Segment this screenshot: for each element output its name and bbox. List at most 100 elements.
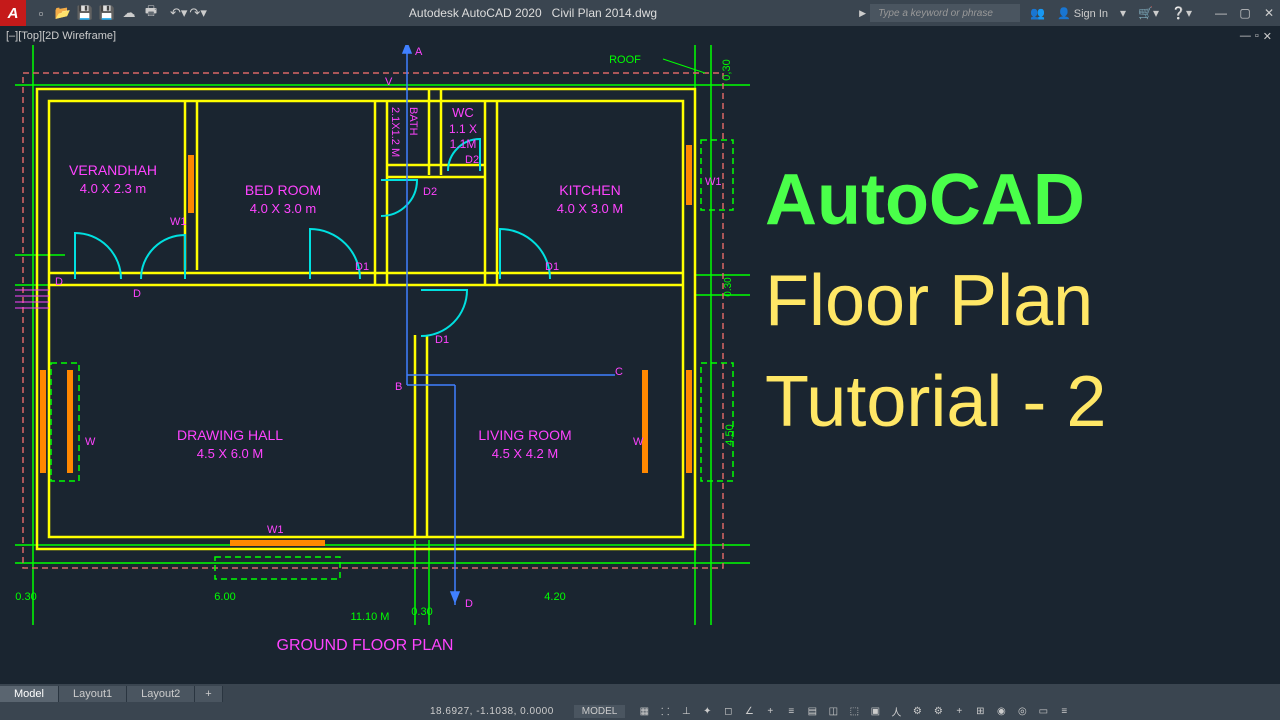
svg-text:W: W (633, 436, 644, 448)
save-icon[interactable]: 💾 (76, 4, 94, 22)
grid-icon[interactable]: ▦ (635, 703, 653, 719)
bottom-bar: Model Layout1 Layout2 + 18.6927, -1.1038… (0, 684, 1280, 720)
layout-tabs: Model Layout1 Layout2 + (0, 686, 223, 702)
svg-text:W1: W1 (705, 176, 722, 188)
web-icon[interactable]: ☁ (120, 4, 138, 22)
exchange-icon[interactable]: ▾ (1120, 6, 1126, 20)
annovisibility-icon[interactable]: ⚙ (908, 703, 926, 719)
svg-text:D: D (55, 276, 63, 288)
title-bar: A ▫ 📂 💾 💾 ☁ 🖶 ↶▾ ↷▾ Autodesk AutoCAD 202… (0, 0, 1280, 26)
autocad-logo-icon[interactable]: A (0, 0, 26, 26)
svg-text:4.5 X 6.0 M: 4.5 X 6.0 M (197, 446, 263, 461)
signin-link[interactable]: 👤 Sign In (1057, 7, 1108, 20)
doc-minimize-icon[interactable]: — (1240, 30, 1251, 43)
svg-text:0.30: 0.30 (411, 606, 432, 618)
search-input[interactable]: Type a keyword or phrase (870, 4, 1020, 22)
minimize-icon[interactable]: — (1210, 6, 1232, 20)
svg-text:D1: D1 (435, 334, 449, 346)
doc-maximize-icon[interactable]: ▫ (1255, 30, 1259, 43)
svg-text:WC: WC (452, 105, 474, 120)
svg-text:BATH: BATH (407, 107, 419, 136)
tab-add[interactable]: + (195, 686, 222, 702)
cycling-icon[interactable]: ◫ (824, 703, 842, 719)
svg-text:D: D (465, 598, 473, 610)
roof-label: ROOF (609, 54, 641, 66)
svg-text:B: B (395, 381, 402, 393)
units-icon[interactable]: ⊞ (971, 703, 989, 719)
polar-icon[interactable]: ✦ (698, 703, 716, 719)
floor-plan-drawing: ROOF (15, 45, 750, 655)
inner-walls (49, 89, 683, 537)
svg-text:D2: D2 (423, 186, 437, 198)
snap-icon[interactable]: ⸬ (656, 703, 674, 719)
svg-text:C: C (615, 366, 623, 378)
plot-icon[interactable]: 🖶 (142, 4, 160, 22)
svg-text:11.10 M: 11.10 M (351, 611, 390, 623)
annomonitor-icon[interactable]: + (950, 703, 968, 719)
search-arrow-icon: ▶ (859, 8, 870, 19)
svg-text:D2: D2 (465, 154, 479, 166)
svg-text:6.00: 6.00 (214, 591, 235, 603)
3dosnap-icon[interactable]: ⬚ (845, 703, 863, 719)
maximize-icon[interactable]: ▢ (1234, 6, 1256, 20)
stairs (15, 290, 49, 308)
saveas-icon[interactable]: 💾 (98, 4, 116, 22)
ortho-icon[interactable]: ⊥ (677, 703, 695, 719)
viewport-label[interactable]: [–][Top][2D Wireframe] (6, 30, 116, 42)
close-icon[interactable]: ✕ (1258, 6, 1280, 20)
overlay-title: AutoCAD Floor Plan Tutorial - 2 (765, 150, 1245, 452)
document-window-controls: — ▫ ✕ (1240, 30, 1272, 43)
hwa-icon[interactable]: ◉ (992, 703, 1010, 719)
otrack-icon[interactable]: ∠ (740, 703, 758, 719)
overlay-line2: Floor Plan (765, 251, 1245, 352)
svg-text:4.20: 4.20 (544, 591, 565, 603)
svg-text:D1: D1 (355, 261, 369, 273)
svg-text:W1: W1 (170, 216, 187, 228)
tab-layout1[interactable]: Layout1 (59, 686, 127, 702)
open-icon[interactable]: 📂 (54, 4, 72, 22)
dyn-icon[interactable]: + (761, 703, 779, 719)
cleanscreen-icon[interactable]: ▭ (1034, 703, 1052, 719)
svg-text:2.1X1.2 M: 2.1X1.2 M (389, 107, 401, 157)
svg-text:W1: W1 (267, 524, 284, 536)
annoscale-icon[interactable]: 人 (887, 703, 905, 719)
svg-text:LIVING ROOM: LIVING ROOM (478, 427, 571, 443)
model-space-button[interactable]: MODEL (574, 705, 626, 718)
svg-text:VERANDHAH: VERANDHAH (69, 162, 157, 178)
svg-text:0.30: 0.30 (15, 591, 36, 603)
app-store-icon[interactable]: 🛒▾ (1138, 6, 1159, 20)
overlay-line3: Tutorial - 2 (765, 352, 1245, 453)
coordinates-readout: 18.6927, -1.1038, 0.0000 (430, 706, 554, 717)
svg-text:0,30: 0,30 (721, 59, 733, 80)
stay-connected-icon[interactable]: 👥 (1030, 6, 1045, 20)
new-icon[interactable]: ▫ (32, 4, 50, 22)
transparency-icon[interactable]: ▤ (803, 703, 821, 719)
tab-model[interactable]: Model (0, 686, 59, 702)
plan-title: GROUND FLOOR PLAN (277, 637, 454, 654)
window-projections (51, 140, 733, 579)
drawing-canvas[interactable]: ROOF (0, 45, 1280, 684)
section-lines (403, 45, 615, 605)
isolate-icon[interactable]: ◎ (1013, 703, 1031, 719)
doc-close-icon[interactable]: ✕ (1263, 30, 1272, 43)
svg-text:4.0 X 3.0 M: 4.0 X 3.0 M (557, 201, 623, 216)
room-labels: VERANDHAH 4.0 X 2.3 m BED ROOM 4.0 X 3.0… (69, 105, 623, 461)
redo-icon[interactable]: ↷▾ (189, 5, 206, 21)
workspace-icon[interactable]: ⚙ (929, 703, 947, 719)
svg-text:A: A (415, 46, 423, 58)
svg-text:W: W (85, 436, 96, 448)
quickprops-icon[interactable]: ▣ (866, 703, 884, 719)
svg-text:1.1 X: 1.1 X (449, 122, 477, 136)
svg-text:V: V (385, 76, 393, 88)
help-icon[interactable]: ❔▾ (1171, 6, 1192, 20)
lwt-icon[interactable]: ≡ (782, 703, 800, 719)
svg-text:0.30: 0.30 (723, 277, 734, 297)
status-toggles: ▦ ⸬ ⊥ ✦ ◻ ∠ + ≡ ▤ ◫ ⬚ ▣ 人 ⚙ ⚙ + ⊞ ◉ ◎ ▭ … (635, 703, 1073, 719)
tab-layout2[interactable]: Layout2 (127, 686, 195, 702)
undo-icon[interactable]: ↶▾ (170, 5, 187, 21)
customize-icon[interactable]: ≡ (1055, 703, 1073, 719)
osnap-icon[interactable]: ◻ (719, 703, 737, 719)
undo-redo: ↶▾ ↷▾ (166, 5, 207, 21)
window-title: Autodesk AutoCAD 2020 Civil Plan 2014.dw… (207, 6, 859, 20)
quick-access-toolbar: ▫ 📂 💾 💾 ☁ 🖶 (26, 4, 166, 22)
